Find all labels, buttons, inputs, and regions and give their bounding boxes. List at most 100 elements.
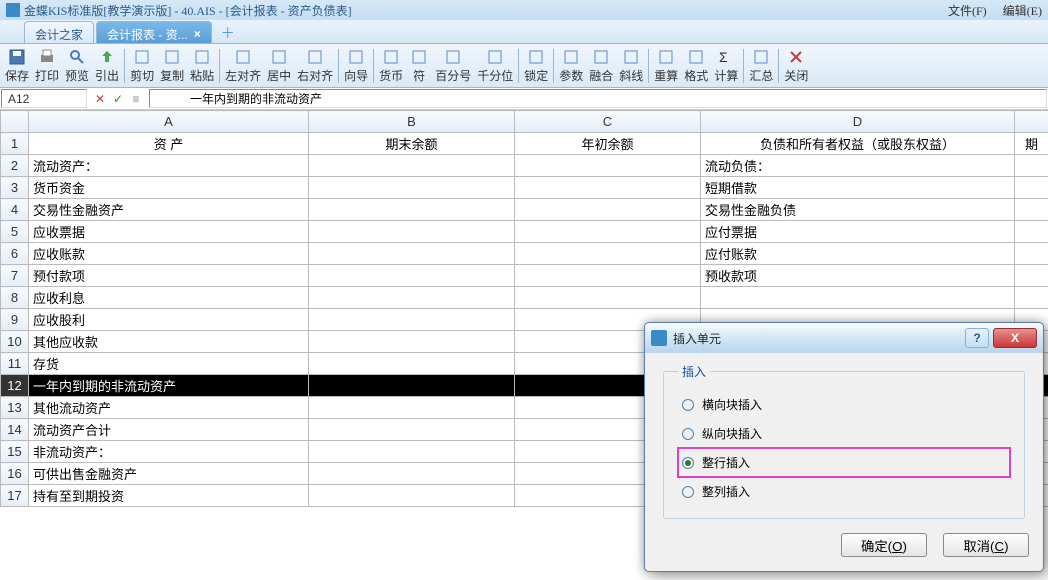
toolbar-右对齐[interactable]: 右对齐 xyxy=(294,46,336,86)
cell[interactable]: 预付款项 xyxy=(29,265,309,287)
row-header[interactable]: 10 xyxy=(1,331,29,353)
cell[interactable] xyxy=(309,397,515,419)
toolbar-复制[interactable]: 复制 xyxy=(157,46,187,86)
cell[interactable] xyxy=(515,265,701,287)
cell[interactable] xyxy=(515,199,701,221)
cell[interactable] xyxy=(309,463,515,485)
cell[interactable]: 持有至到期投资 xyxy=(29,485,309,507)
cell[interactable]: 交易性金融负债 xyxy=(701,199,1015,221)
cell[interactable] xyxy=(309,287,515,309)
row-header[interactable]: 6 xyxy=(1,243,29,265)
row-header[interactable]: 13 xyxy=(1,397,29,419)
row-header[interactable]: 1 xyxy=(1,133,29,155)
cell[interactable]: 期末余额 xyxy=(309,133,515,155)
cell[interactable]: 负债和所有者权益（或股东权益） xyxy=(701,133,1015,155)
cell[interactable] xyxy=(1015,199,1048,221)
cancel-button[interactable]: 取消(C) xyxy=(943,533,1029,557)
toolbar-重算[interactable]: 重算 xyxy=(651,46,681,86)
toolbar-千分位[interactable]: 千分位 xyxy=(474,46,516,86)
cell[interactable] xyxy=(1015,221,1048,243)
toolbar-保存[interactable]: 保存 xyxy=(2,46,32,86)
dialog-title-bar[interactable]: 插入单元 ? X xyxy=(645,323,1043,353)
cell[interactable] xyxy=(1015,243,1048,265)
cell[interactable] xyxy=(309,155,515,177)
radio-option-2[interactable]: 整行插入 xyxy=(678,448,1010,477)
cell[interactable]: 交易性金融资产 xyxy=(29,199,309,221)
cell[interactable] xyxy=(309,221,515,243)
toolbar-向导[interactable]: 向导 xyxy=(341,46,371,86)
cell[interactable]: 其他应收款 xyxy=(29,331,309,353)
column-header[interactable]: D xyxy=(701,111,1015,133)
help-button[interactable]: ? xyxy=(965,328,989,348)
cell[interactable] xyxy=(309,353,515,375)
row-header[interactable]: 8 xyxy=(1,287,29,309)
column-header[interactable]: B xyxy=(309,111,515,133)
ok-button[interactable]: 确定(O) xyxy=(841,533,927,557)
radio-option-1[interactable]: 纵向块插入 xyxy=(678,419,1010,448)
tab-active-report[interactable]: 会计报表 - 资... × xyxy=(96,21,212,43)
cancel-edit-icon[interactable]: ✕ xyxy=(92,91,108,107)
cell[interactable]: 年初余额 xyxy=(515,133,701,155)
cell[interactable]: 应收利息 xyxy=(29,287,309,309)
cell[interactable] xyxy=(515,221,701,243)
cell[interactable] xyxy=(309,177,515,199)
radio-option-0[interactable]: 横向块插入 xyxy=(678,390,1010,419)
cell[interactable] xyxy=(309,265,515,287)
column-header[interactable]: A xyxy=(29,111,309,133)
cell[interactable]: 期 xyxy=(1015,133,1048,155)
cell[interactable] xyxy=(309,309,515,331)
cell[interactable]: 流动资产合计 xyxy=(29,419,309,441)
cell[interactable]: 存货 xyxy=(29,353,309,375)
cell[interactable]: 其他流动资产 xyxy=(29,397,309,419)
cell[interactable] xyxy=(309,243,515,265)
row-header[interactable]: 2 xyxy=(1,155,29,177)
cell[interactable]: 资 产 xyxy=(29,133,309,155)
cell[interactable]: 可供出售金融资产 xyxy=(29,463,309,485)
cell[interactable] xyxy=(515,243,701,265)
cell[interactable] xyxy=(1015,155,1048,177)
toolbar-居中[interactable]: 居中 xyxy=(264,46,294,86)
column-header[interactable]: C xyxy=(515,111,701,133)
cell[interactable] xyxy=(309,375,515,397)
cell[interactable]: 货币资金 xyxy=(29,177,309,199)
row-header[interactable]: 16 xyxy=(1,463,29,485)
cell[interactable]: 一年内到期的非流动资产 xyxy=(29,375,309,397)
cell-reference-box[interactable]: A12 xyxy=(1,89,87,108)
toolbar-融合[interactable]: 融合 xyxy=(586,46,616,86)
cell[interactable] xyxy=(309,331,515,353)
row-header[interactable]: 7 xyxy=(1,265,29,287)
radio-option-3[interactable]: 整列插入 xyxy=(678,477,1010,506)
close-button[interactable]: X xyxy=(993,328,1037,348)
cell[interactable] xyxy=(1015,287,1048,309)
row-header[interactable]: 5 xyxy=(1,221,29,243)
menu-edit[interactable]: 编辑(E) xyxy=(1003,2,1042,19)
toolbar-参数[interactable]: 参数 xyxy=(556,46,586,86)
row-header[interactable]: 11 xyxy=(1,353,29,375)
new-tab-button[interactable]: ＋ xyxy=(218,23,238,43)
cell[interactable] xyxy=(1015,177,1048,199)
toolbar-预览[interactable]: 预览 xyxy=(62,46,92,86)
cell[interactable]: 应收账款 xyxy=(29,243,309,265)
cell[interactable] xyxy=(309,485,515,507)
cell[interactable] xyxy=(515,155,701,177)
row-header[interactable]: 4 xyxy=(1,199,29,221)
toolbar-锁定[interactable]: 锁定 xyxy=(521,46,551,86)
row-header[interactable]: 9 xyxy=(1,309,29,331)
cell[interactable] xyxy=(701,287,1015,309)
toolbar-汇总[interactable]: 汇总 xyxy=(746,46,776,86)
cell[interactable]: 应收票据 xyxy=(29,221,309,243)
confirm-edit-icon[interactable]: ✓ xyxy=(110,91,126,107)
cell[interactable]: 流动资产： xyxy=(29,155,309,177)
column-header[interactable] xyxy=(1015,111,1048,133)
row-header[interactable]: 14 xyxy=(1,419,29,441)
toolbar-货币[interactable]: 货币 xyxy=(376,46,406,86)
menu-file[interactable]: 文件(F) xyxy=(948,2,987,19)
cell[interactable] xyxy=(515,287,701,309)
cell[interactable] xyxy=(309,441,515,463)
toolbar-引出[interactable]: 引出 xyxy=(92,46,122,86)
row-header[interactable]: 12 xyxy=(1,375,29,397)
cell[interactable]: 短期借款 xyxy=(701,177,1015,199)
cell[interactable]: 应收股利 xyxy=(29,309,309,331)
toolbar-剪切[interactable]: 剪切 xyxy=(127,46,157,86)
toolbar-打印[interactable]: 打印 xyxy=(32,46,62,86)
